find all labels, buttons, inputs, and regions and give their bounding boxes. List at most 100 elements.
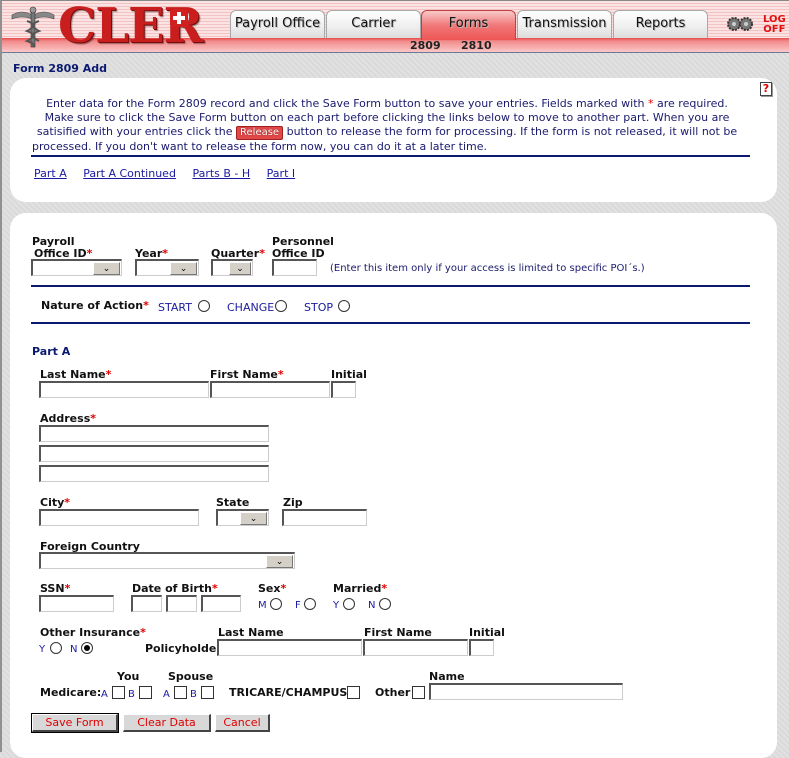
foreign-country-select[interactable]: ⌄ bbox=[39, 552, 295, 569]
other-label: Other bbox=[375, 686, 411, 699]
medicare-you-a-checkbox[interactable] bbox=[112, 686, 125, 699]
tricare-checkbox[interactable] bbox=[347, 686, 360, 699]
clear-data-button[interactable]: Clear Data bbox=[123, 714, 211, 732]
last-name-input[interactable] bbox=[39, 381, 209, 398]
payroll-office-label: Payroll Office ID* bbox=[32, 236, 92, 260]
intro-text: Enter data for the Form 2809 record and … bbox=[46, 97, 648, 110]
tab-reports[interactable]: Reports bbox=[613, 10, 708, 38]
address-label: Address* bbox=[40, 413, 96, 425]
other-insurance-y-radio[interactable] bbox=[50, 642, 62, 654]
personnel-office-note: (Enter this item only if your access is … bbox=[330, 263, 645, 274]
ph-last-name-label: Last Name bbox=[218, 626, 284, 639]
sex-label: Sex* bbox=[258, 583, 286, 595]
sex-f-radio[interactable] bbox=[304, 598, 316, 610]
other-checkbox[interactable] bbox=[412, 686, 425, 699]
medicare-you-a-label: A bbox=[101, 689, 108, 700]
link-part-i[interactable]: Part I bbox=[267, 167, 295, 180]
married-n-label: N bbox=[368, 600, 376, 611]
link-parts-b-h[interactable]: Parts B - H bbox=[192, 167, 250, 180]
spouse-label: Spouse bbox=[168, 670, 214, 683]
required-asterisk: * bbox=[64, 496, 71, 509]
policyholder-last-name-input[interactable] bbox=[217, 639, 362, 656]
save-form-button[interactable]: Save Form bbox=[31, 713, 119, 733]
sex-m-label: M bbox=[258, 600, 267, 611]
ssn-input[interactable] bbox=[39, 595, 114, 612]
tab-transmission[interactable]: Transmission bbox=[517, 10, 612, 38]
nature-of-action-label: Nature of Action* bbox=[41, 300, 149, 312]
divider bbox=[31, 322, 750, 324]
dob-month-input[interactable] bbox=[131, 595, 162, 612]
address-line-3-input[interactable] bbox=[39, 465, 269, 482]
subnav-2810[interactable]: 2810 bbox=[461, 39, 492, 52]
subnav-2809[interactable]: 2809 bbox=[410, 39, 441, 52]
required-asterisk: * bbox=[277, 368, 284, 381]
medicare-you-b-label: B bbox=[128, 689, 135, 700]
tab-forms[interactable]: Forms bbox=[421, 10, 516, 40]
link-part-a[interactable]: Part A bbox=[34, 167, 67, 180]
intro-line-1: Enter data for the Form 2809 record and … bbox=[32, 97, 742, 111]
chevron-down-icon: ⌄ bbox=[170, 262, 197, 275]
zip-input[interactable] bbox=[282, 509, 367, 526]
medicare-you-b-checkbox[interactable] bbox=[139, 686, 152, 699]
policyholder-first-name-input[interactable] bbox=[363, 639, 468, 656]
ph-first-name-label: First Name bbox=[364, 626, 432, 639]
required-asterisk: * bbox=[140, 626, 146, 639]
required-asterisk: * bbox=[211, 582, 218, 595]
cancel-button[interactable]: Cancel bbox=[215, 714, 270, 732]
sex-f-label: F bbox=[295, 600, 301, 611]
settings-gears-icon[interactable] bbox=[726, 16, 754, 32]
other-insurance-label: Other Insurance* bbox=[40, 627, 146, 639]
sex-m-radio[interactable] bbox=[270, 598, 282, 610]
other-insurance-n-label: N bbox=[70, 644, 78, 655]
help-icon[interactable]: ? bbox=[760, 82, 772, 96]
tab-payroll-office[interactable]: Payroll Office bbox=[230, 10, 325, 38]
tab-carrier[interactable]: Carrier bbox=[326, 10, 421, 38]
dob-day-input[interactable] bbox=[166, 595, 197, 612]
quarter-select[interactable]: ⌄ bbox=[211, 259, 253, 276]
label-text: City bbox=[40, 496, 65, 509]
ssn-label: SSN* bbox=[40, 583, 70, 595]
change-radio[interactable] bbox=[275, 300, 287, 312]
city-input[interactable] bbox=[39, 509, 199, 526]
part-a-heading: Part A bbox=[32, 345, 71, 358]
stop-radio[interactable] bbox=[338, 300, 350, 312]
logoff-button[interactable]: LOG OFF bbox=[763, 15, 786, 35]
label-text: First Name bbox=[210, 368, 278, 381]
start-radio[interactable] bbox=[198, 300, 210, 312]
other-name-label: Name bbox=[429, 670, 465, 683]
year-select[interactable]: ⌄ bbox=[135, 259, 199, 276]
married-n-radio[interactable] bbox=[379, 598, 391, 610]
you-label: You bbox=[117, 670, 140, 683]
address-line-1-input[interactable] bbox=[39, 425, 269, 442]
medicare-spouse-b-checkbox[interactable] bbox=[201, 686, 214, 699]
change-label: CHANGE bbox=[227, 301, 275, 314]
medicare-spouse-a-checkbox[interactable] bbox=[174, 686, 187, 699]
initial-input[interactable] bbox=[331, 381, 356, 398]
first-name-input[interactable] bbox=[210, 381, 330, 398]
logo-cross-icon bbox=[170, 9, 188, 27]
personnel-office-input[interactable] bbox=[272, 259, 317, 276]
intro-line-4: processed. If you don't want to release … bbox=[32, 140, 487, 153]
part-links: Part A Part A Continued Parts B - H Part… bbox=[34, 167, 308, 180]
link-part-a-continued[interactable]: Part A Continued bbox=[83, 167, 176, 180]
dob-year-input[interactable] bbox=[201, 595, 241, 612]
ph-initial-label: Initial bbox=[469, 626, 505, 639]
payroll-office-select[interactable]: ⌄ bbox=[31, 259, 122, 276]
tricare-label: TRICARE/CHAMPUS bbox=[229, 686, 348, 699]
chevron-down-icon: ⌄ bbox=[240, 512, 267, 525]
address-line-2-input[interactable] bbox=[39, 445, 269, 462]
label-text: Last Name bbox=[40, 368, 106, 381]
first-name-label: First Name* bbox=[210, 369, 284, 381]
state-select[interactable]: ⌄ bbox=[216, 509, 269, 526]
policyholder-initial-input[interactable] bbox=[469, 639, 494, 656]
married-label: Married* bbox=[333, 583, 387, 595]
caduceus-icon bbox=[11, 6, 55, 48]
medicare-spouse-a-label: A bbox=[163, 689, 170, 700]
last-name-label: Last Name* bbox=[40, 369, 111, 381]
married-y-radio[interactable] bbox=[343, 598, 355, 610]
label-text: Nature of Action bbox=[41, 299, 144, 312]
other-insurance-n-radio[interactable] bbox=[81, 642, 93, 654]
label-text: Address bbox=[40, 412, 91, 425]
intro-text: satisified with your entries click the bbox=[36, 125, 237, 138]
other-name-input[interactable] bbox=[429, 683, 623, 700]
